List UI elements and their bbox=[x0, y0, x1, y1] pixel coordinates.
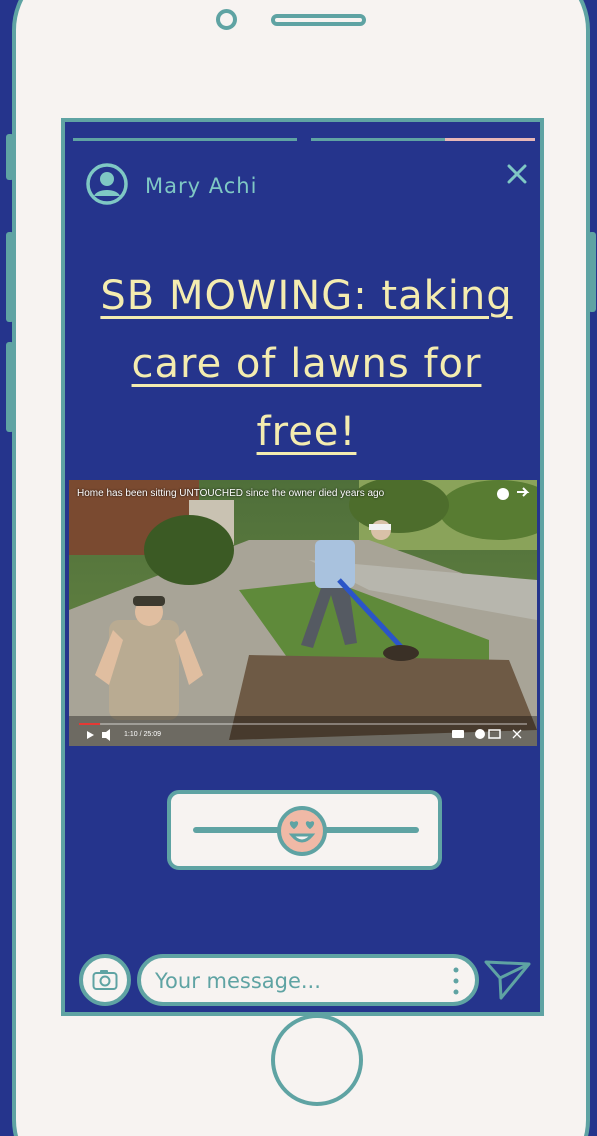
video-thumbnail bbox=[69, 480, 537, 746]
vertical-dots-icon[interactable] bbox=[451, 965, 461, 997]
video-player[interactable]: Home has been sitting UNTOUCHED since th… bbox=[69, 480, 537, 746]
video-time: 1:10 / 25:09 bbox=[124, 731, 161, 738]
camera-icon bbox=[92, 970, 118, 990]
mute-switch bbox=[6, 134, 14, 180]
story-progress-remaining bbox=[445, 138, 535, 141]
story-progress-segment-2 bbox=[311, 138, 535, 141]
video-title: Home has been sitting UNTOUCHED since th… bbox=[77, 488, 385, 499]
story-progress-segment-1 bbox=[73, 138, 297, 141]
story-username[interactable]: Mary Achi bbox=[145, 174, 257, 198]
heart-eyes-emoji-icon[interactable] bbox=[276, 805, 328, 857]
power-button bbox=[588, 232, 596, 312]
earpiece-speaker bbox=[271, 14, 366, 26]
front-camera bbox=[216, 9, 237, 30]
emoji-slider[interactable] bbox=[167, 790, 442, 870]
story-headline: SB MOWING: taking care of lawns for free… bbox=[100, 273, 513, 455]
story-screen: Mary Achi SB MOWING: taking care of lawn… bbox=[61, 118, 544, 1016]
message-input[interactable] bbox=[155, 967, 425, 995]
video-progress-bar[interactable] bbox=[79, 723, 101, 725]
volume-up-button bbox=[6, 232, 14, 322]
user-circle-icon[interactable] bbox=[85, 162, 129, 206]
camera-button[interactable] bbox=[79, 954, 131, 1006]
home-button[interactable] bbox=[271, 1014, 363, 1106]
send-icon[interactable] bbox=[483, 956, 533, 1002]
close-icon[interactable] bbox=[505, 162, 529, 186]
volume-down-button bbox=[6, 342, 14, 432]
message-composer bbox=[137, 954, 479, 1006]
